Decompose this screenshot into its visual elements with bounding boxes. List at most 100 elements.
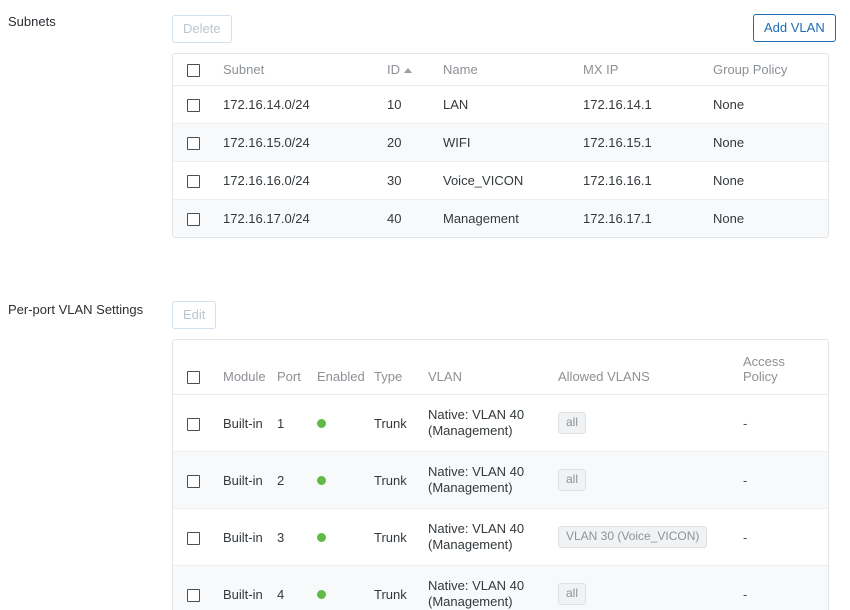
allowed-vlans-badge[interactable]: VLAN 30 (Voice_VICON) (558, 526, 707, 548)
port-row-checkbox[interactable] (187, 418, 200, 431)
cell-vlan-line2: (Management) (428, 594, 558, 610)
table-row[interactable]: 172.16.15.0/2420WIFI172.16.15.1None (173, 124, 828, 162)
green-dot-icon (317, 533, 326, 542)
cell-name: LAN (443, 86, 583, 124)
cell-port: 3 (277, 509, 317, 566)
cell-access-policy: - (743, 395, 829, 452)
select-all-ports-cell (173, 340, 223, 395)
cell-subnet: 172.16.16.0/24 (223, 162, 387, 200)
column-header-mx-ip[interactable]: MX IP (583, 54, 713, 86)
subnet-row-checkbox[interactable] (187, 99, 200, 112)
column-header-group-policy[interactable]: Group Policy (713, 54, 828, 86)
subnet-row-checkbox[interactable] (187, 137, 200, 150)
column-header-allowed-vlans[interactable]: Allowed VLANS (558, 340, 743, 395)
column-header-enabled[interactable]: Enabled (317, 340, 374, 395)
cell-id: 10 (387, 86, 443, 124)
table-row[interactable]: 172.16.16.0/2430Voice_VICON172.16.16.1No… (173, 162, 828, 200)
cell-vlan-line2: (Management) (428, 423, 558, 439)
table-row[interactable]: Built-in1TrunkNative: VLAN 40(Management… (173, 395, 829, 452)
column-header-port[interactable]: Port (277, 340, 317, 395)
port-row-checkbox[interactable] (187, 475, 200, 488)
cell-vlan: Native: VLAN 40(Management) (428, 509, 558, 566)
add-vlan-button[interactable]: Add VLAN (753, 14, 836, 42)
subnets-table-header: Subnet ID Name MX IP Group Policy (173, 54, 828, 86)
column-header-module-label: Module (223, 369, 266, 384)
column-header-id-label: ID (387, 62, 400, 77)
table-header-row: Module Port Enabled Type VLAN (173, 340, 829, 395)
row-select-cell (173, 124, 223, 162)
cell-allowed-vlans: all (558, 395, 743, 452)
table-row[interactable]: Built-in2TrunkNative: VLAN 40(Management… (173, 452, 829, 509)
port-row-checkbox[interactable] (187, 589, 200, 602)
cell-group-policy: None (713, 162, 828, 200)
green-dot-icon (317, 590, 326, 599)
cell-id: 30 (387, 162, 443, 200)
table-row[interactable]: Built-in3TrunkNative: VLAN 40(Management… (173, 509, 829, 566)
column-header-module[interactable]: Module (223, 340, 277, 395)
row-select-cell (173, 395, 223, 452)
row-select-cell (173, 452, 223, 509)
port-row-checkbox[interactable] (187, 532, 200, 545)
column-header-id[interactable]: ID (387, 54, 443, 86)
column-header-vlan-label: VLAN (428, 369, 462, 384)
column-header-enabled-label: Enabled (317, 369, 365, 384)
table-row[interactable]: 172.16.14.0/2410LAN172.16.14.1None (173, 86, 828, 124)
column-header-mx-ip-label: MX IP (583, 62, 618, 77)
allowed-vlans-badge[interactable]: all (558, 412, 586, 434)
row-select-cell (173, 86, 223, 124)
cell-module: Built-in (223, 509, 277, 566)
vlan-configuration-page: Subnets Delete Add VLAN Subnet ID (0, 0, 850, 610)
cell-name: WIFI (443, 124, 583, 162)
column-header-type-label: Type (374, 369, 402, 384)
column-header-port-label: Port (277, 369, 301, 384)
row-select-cell (173, 509, 223, 566)
column-header-type[interactable]: Type (374, 340, 428, 395)
cell-access-policy: - (743, 566, 829, 610)
allowed-vlans-badge[interactable]: all (558, 469, 586, 491)
row-select-cell (173, 200, 223, 238)
delete-subnet-button[interactable]: Delete (172, 15, 232, 43)
cell-mx-ip: 172.16.16.1 (583, 162, 713, 200)
allowed-vlans-badge[interactable]: all (558, 583, 586, 605)
cell-vlan: Native: VLAN 40(Management) (428, 452, 558, 509)
table-row[interactable]: 172.16.17.0/2440Management172.16.17.1Non… (173, 200, 828, 238)
cell-group-policy: None (713, 86, 828, 124)
cell-mx-ip: 172.16.15.1 (583, 124, 713, 162)
cell-enabled (317, 395, 374, 452)
cell-vlan-line1: Native: VLAN 40 (428, 578, 558, 594)
cell-vlan-line1: Native: VLAN 40 (428, 407, 558, 423)
column-header-name[interactable]: Name (443, 54, 583, 86)
column-header-access-policy[interactable]: Access Policy (743, 340, 829, 395)
subnets-table-container: Subnet ID Name MX IP Group Policy (172, 53, 829, 238)
perport-table-header: Module Port Enabled Type VLAN (173, 340, 829, 395)
subnet-row-checkbox[interactable] (187, 213, 200, 226)
cell-vlan: Native: VLAN 40(Management) (428, 395, 558, 452)
cell-type: Trunk (374, 566, 428, 610)
column-header-access-policy-line1: Access (743, 354, 829, 369)
cell-module: Built-in (223, 566, 277, 610)
cell-vlan: Native: VLAN 40(Management) (428, 566, 558, 610)
green-dot-icon (317, 476, 326, 485)
perport-section-label: Per-port VLAN Settings (8, 302, 143, 318)
cell-subnet: 172.16.14.0/24 (223, 86, 387, 124)
select-all-subnets-cell (173, 54, 223, 86)
column-header-vlan[interactable]: VLAN (428, 340, 558, 395)
column-header-allowed-vlans-label: Allowed VLANS (558, 369, 650, 384)
column-header-group-policy-label: Group Policy (713, 62, 787, 77)
perport-table-body: Built-in1TrunkNative: VLAN 40(Management… (173, 395, 829, 610)
table-row[interactable]: Built-in4TrunkNative: VLAN 40(Management… (173, 566, 829, 610)
cell-id: 40 (387, 200, 443, 238)
cell-group-policy: None (713, 124, 828, 162)
edit-port-button[interactable]: Edit (172, 301, 216, 329)
cell-enabled (317, 452, 374, 509)
cell-port: 2 (277, 452, 317, 509)
cell-allowed-vlans: all (558, 566, 743, 610)
cell-enabled (317, 509, 374, 566)
cell-allowed-vlans: all (558, 452, 743, 509)
table-header-row: Subnet ID Name MX IP Group Policy (173, 54, 828, 86)
select-all-subnets-checkbox[interactable] (187, 64, 200, 77)
column-header-subnet[interactable]: Subnet (223, 54, 387, 86)
cell-type: Trunk (374, 395, 428, 452)
select-all-ports-checkbox[interactable] (187, 371, 200, 384)
subnet-row-checkbox[interactable] (187, 175, 200, 188)
